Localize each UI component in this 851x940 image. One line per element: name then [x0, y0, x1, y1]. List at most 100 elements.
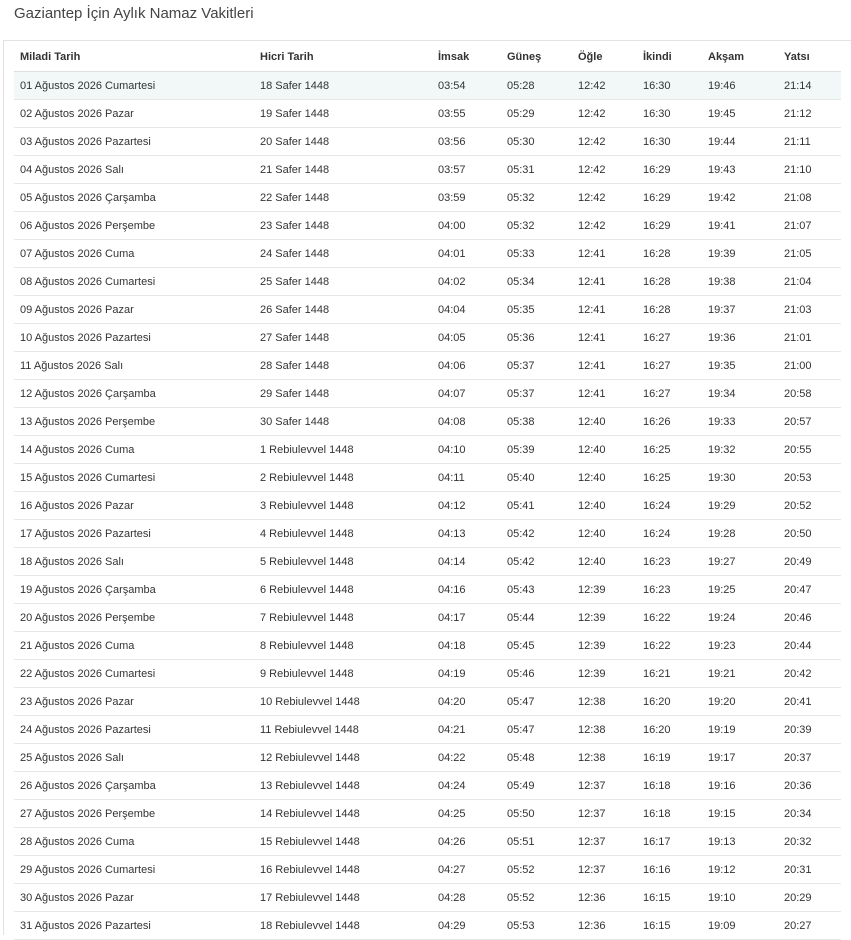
cell-imsak: 04:08 — [432, 407, 501, 436]
cell-ikindi: 16:22 — [637, 603, 702, 632]
cell-ogle: 12:40 — [572, 547, 637, 576]
cell-gunes: 05:34 — [501, 267, 572, 296]
cell-imsak: 04:21 — [432, 715, 501, 744]
cell-gunes: 05:50 — [501, 799, 572, 828]
cell-yatsi: 21:04 — [778, 267, 841, 296]
cell-ikindi: 16:20 — [637, 715, 702, 744]
cell-ikindi: 16:30 — [637, 99, 702, 128]
table-row: 07 Ağustos 2026 Cuma 24 Safer 1448 04:01 05… — [14, 239, 841, 268]
table-row: 26 Ağustos 2026 Çarşamba 13 Rebiulevvel 1… — [14, 771, 841, 800]
cell-ikindi: 16:15 — [637, 911, 702, 940]
cell-ogle: 12:37 — [572, 799, 637, 828]
cell-gunes: 05:44 — [501, 603, 572, 632]
cell-aksam: 19:17 — [702, 743, 778, 772]
cell-ogle: 12:37 — [572, 855, 637, 884]
cell-imsak: 04:22 — [432, 743, 501, 772]
cell-hicri-tarih: 25 Safer 1448 — [254, 267, 432, 296]
cell-miladi-tarih: 14 Ağustos 2026 Cuma — [14, 435, 254, 464]
table-row: 14 Ağustos 2026 Cuma 1 Rebiulevvel 1448 04… — [14, 435, 841, 464]
cell-aksam: 19:28 — [702, 519, 778, 548]
cell-aksam: 19:41 — [702, 211, 778, 240]
cell-yatsi: 21:10 — [778, 155, 841, 184]
cell-hicri-tarih: 16 Rebiulevvel 1448 — [254, 855, 432, 884]
cell-ogle: 12:42 — [572, 71, 637, 100]
cell-ogle: 12:37 — [572, 771, 637, 800]
cell-ikindi: 16:30 — [637, 71, 702, 100]
cell-aksam: 19:30 — [702, 463, 778, 492]
cell-aksam: 19:24 — [702, 603, 778, 632]
cell-gunes: 05:38 — [501, 407, 572, 436]
page-title: Gaziantep İçin Aylık Namaz Vakitleri — [14, 5, 254, 22]
cell-hicri-tarih: 22 Safer 1448 — [254, 183, 432, 212]
cell-imsak: 03:55 — [432, 99, 501, 128]
cell-hicri-tarih: 12 Rebiulevvel 1448 — [254, 743, 432, 772]
table-row: 15 Ağustos 2026 Cumartesi 2 Rebiulevvel 1… — [14, 463, 841, 492]
cell-aksam: 19:20 — [702, 687, 778, 716]
cell-hicri-tarih: 21 Safer 1448 — [254, 155, 432, 184]
cell-miladi-tarih: 24 Ağustos 2026 Pazartesi — [14, 715, 254, 744]
cell-miladi-tarih: 02 Ağustos 2026 Pazar — [14, 99, 254, 128]
cell-hicri-tarih: 18 Rebiulevvel 1448 — [254, 911, 432, 940]
cell-miladi-tarih: 25 Ağustos 2026 Salı — [14, 743, 254, 772]
cell-gunes: 05:36 — [501, 323, 572, 352]
cell-hicri-tarih: 18 Safer 1448 — [254, 71, 432, 100]
cell-imsak: 04:14 — [432, 547, 501, 576]
cell-miladi-tarih: 23 Ağustos 2026 Pazar — [14, 687, 254, 716]
cell-ogle: 12:41 — [572, 323, 637, 352]
cell-ogle: 12:38 — [572, 715, 637, 744]
cell-imsak: 04:27 — [432, 855, 501, 884]
cell-yatsi: 20:55 — [778, 435, 841, 464]
cell-miladi-tarih: 20 Ağustos 2026 Perşembe — [14, 603, 254, 632]
cell-ogle: 12:42 — [572, 211, 637, 240]
cell-gunes: 05:35 — [501, 295, 572, 324]
cell-hicri-tarih: 30 Safer 1448 — [254, 407, 432, 436]
cell-aksam: 19:37 — [702, 295, 778, 324]
cell-ikindi: 16:28 — [637, 295, 702, 324]
cell-gunes: 05:33 — [501, 239, 572, 268]
cell-ogle: 12:39 — [572, 603, 637, 632]
table-row: 05 Ağustos 2026 Çarşamba 22 Safer 1448 03:… — [14, 183, 841, 212]
cell-ogle: 12:41 — [572, 379, 637, 408]
table-row: 17 Ağustos 2026 Pazartesi 4 Rebiulevvel 1… — [14, 519, 841, 548]
cell-ikindi: 16:25 — [637, 435, 702, 464]
cell-imsak: 04:13 — [432, 519, 501, 548]
cell-ikindi: 16:24 — [637, 519, 702, 548]
cell-hicri-tarih: 13 Rebiulevvel 1448 — [254, 771, 432, 800]
cell-aksam: 19:32 — [702, 435, 778, 464]
cell-gunes: 05:41 — [501, 491, 572, 520]
cell-yatsi: 21:12 — [778, 99, 841, 128]
cell-miladi-tarih: 12 Ağustos 2026 Çarşamba — [14, 379, 254, 408]
cell-miladi-tarih: 04 Ağustos 2026 Salı — [14, 155, 254, 184]
cell-aksam: 19:19 — [702, 715, 778, 744]
cell-yatsi: 20:53 — [778, 463, 841, 492]
cell-ogle: 12:40 — [572, 519, 637, 548]
table-row: 20 Ağustos 2026 Perşembe 7 Rebiulevvel 14… — [14, 603, 841, 632]
cell-ikindi: 16:23 — [637, 547, 702, 576]
cell-imsak: 04:01 — [432, 239, 501, 268]
cell-ikindi: 16:28 — [637, 239, 702, 268]
cell-aksam: 19:36 — [702, 323, 778, 352]
cell-ikindi: 16:19 — [637, 743, 702, 772]
cell-aksam: 19:12 — [702, 855, 778, 884]
table-row: 22 Ağustos 2026 Cumartesi 9 Rebiulevvel 1… — [14, 659, 841, 688]
cell-hicri-tarih: 9 Rebiulevvel 1448 — [254, 659, 432, 688]
cell-miladi-tarih: 05 Ağustos 2026 Çarşamba — [14, 183, 254, 212]
cell-imsak: 04:26 — [432, 827, 501, 856]
cell-gunes: 05:51 — [501, 827, 572, 856]
cell-hicri-tarih: 20 Safer 1448 — [254, 127, 432, 156]
cell-miladi-tarih: 21 Ağustos 2026 Cuma — [14, 631, 254, 660]
cell-ikindi: 16:29 — [637, 211, 702, 240]
cell-yatsi: 21:01 — [778, 323, 841, 352]
cell-ikindi: 16:18 — [637, 799, 702, 828]
cell-imsak: 03:59 — [432, 183, 501, 212]
cell-miladi-tarih: 27 Ağustos 2026 Perşembe — [14, 799, 254, 828]
cell-ogle: 12:39 — [572, 575, 637, 604]
cell-gunes: 05:39 — [501, 435, 572, 464]
cell-hicri-tarih: 27 Safer 1448 — [254, 323, 432, 352]
cell-imsak: 04:25 — [432, 799, 501, 828]
cell-gunes: 05:42 — [501, 519, 572, 548]
cell-aksam: 19:23 — [702, 631, 778, 660]
cell-yatsi: 21:00 — [778, 351, 841, 380]
table-row: 09 Ağustos 2026 Pazar 26 Safer 1448 04:04 0… — [14, 295, 841, 324]
cell-imsak: 04:10 — [432, 435, 501, 464]
